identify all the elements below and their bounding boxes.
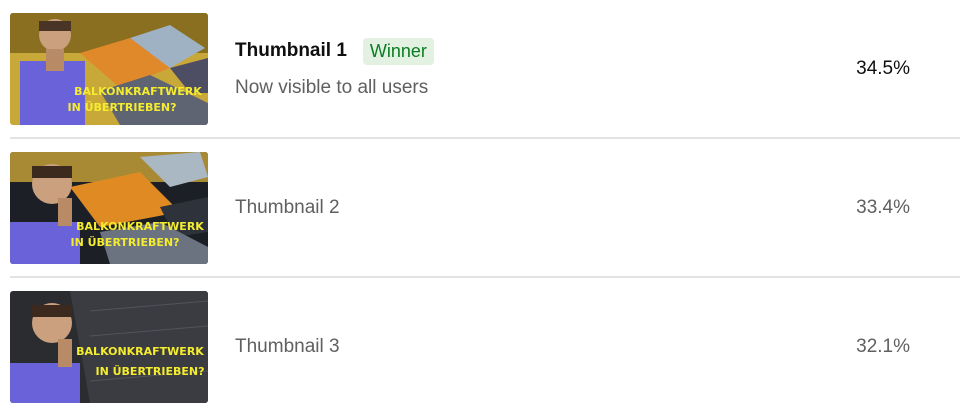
thumb-caption-line1: BALKONKRAFTWERK (76, 345, 204, 358)
thumb-caption-line2: IN ÜBERTRIEBEN? (70, 235, 179, 249)
thumb-caption-line1: BALKONKRAFTWERK (74, 85, 202, 98)
thumbnail-title: Thumbnail 2 (235, 197, 340, 218)
thumb-caption-line2: IN ÜBERTRIEBEN? (67, 100, 176, 114)
row-divider (10, 276, 960, 278)
thumbnail-row-2[interactable]: BALKONKRAFTWERK IN ÜBERTRIEBEN? Thumbnai… (10, 150, 960, 274)
thumb-caption-line1: BALKONKRAFTWERK (76, 220, 204, 233)
thumbnail-row-3[interactable]: BALKONKRAFTWERK IN ÜBERTRIEBEN? Thumbnai… (10, 289, 960, 413)
watch-time-share: 32.1% (856, 336, 910, 357)
winner-status-text: Now visible to all users (235, 77, 429, 98)
thumbnail-image-3: BALKONKRAFTWERK IN ÜBERTRIEBEN? (10, 291, 208, 403)
thumbnail-image-1: BALKONKRAFTWERK IN ÜBERTRIEBEN? (10, 13, 208, 125)
watch-time-share: 34.5% (856, 58, 910, 79)
thumbnail-title: Thumbnail 1 (235, 40, 347, 61)
row-divider (10, 137, 960, 139)
watch-time-share: 33.4% (856, 197, 910, 218)
winner-badge: Winner (362, 37, 434, 65)
thumbnail-row-1[interactable]: BALKONKRAFTWERK IN ÜBERTRIEBEN? Thumbnai… (10, 11, 960, 135)
thumb-caption-line2: IN ÜBERTRIEBEN? (95, 364, 204, 378)
thumbnail-image-2: BALKONKRAFTWERK IN ÜBERTRIEBEN? (10, 152, 208, 264)
thumbnail-title: Thumbnail 3 (235, 336, 340, 357)
